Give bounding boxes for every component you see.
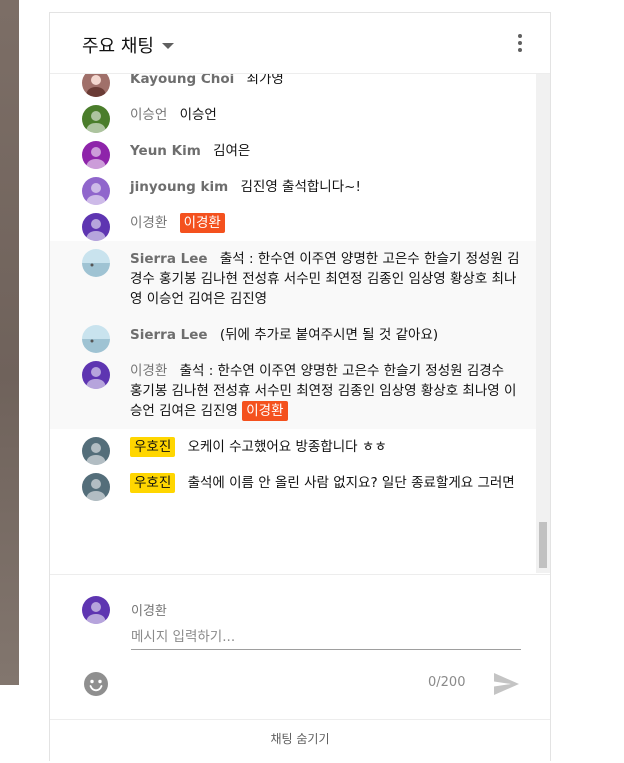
avatar[interactable]	[82, 141, 110, 169]
live-chat-panel: 주요 채팅 Kayoung Choi 최가영 이승언 이승언 Yeun Kim …	[49, 12, 551, 761]
message-text: 출석에 이름 안 올린 사람 없지요? 일단 종료할게요 그러면	[187, 475, 515, 491]
avatar[interactable]	[82, 213, 110, 241]
message-text: (뒤에 추가로 붙여주시면 될 것 같아요)	[219, 327, 439, 343]
chat-mode-dropdown[interactable]: 주요 채팅	[82, 32, 174, 58]
message-author[interactable]: Yeun Kim	[130, 143, 201, 159]
avatar[interactable]	[82, 361, 110, 389]
chat-message: 이승언 이승언	[50, 97, 536, 133]
scrollbar-track[interactable]	[536, 74, 550, 573]
message-author[interactable]: jinyoung kim	[130, 179, 228, 195]
chat-message: jinyoung kim 김진영 출석합니다~!	[50, 169, 536, 205]
chat-message: 이경환 출석 : 한수연 이주연 양명한 고은수 한슬기 정성원 김경수 홍기봉…	[50, 353, 536, 429]
chat-message: Kayoung Choi 최가영	[50, 74, 536, 97]
avatar[interactable]	[82, 105, 110, 133]
avatar[interactable]	[82, 177, 110, 205]
message-author[interactable]: Kayoung Choi	[130, 74, 234, 87]
chat-messages[interactable]: Kayoung Choi 최가영 이승언 이승언 Yeun Kim 김여은 ji…	[50, 74, 536, 573]
message-composer: 이경환 0/200	[50, 574, 550, 720]
scrollbar-thumb[interactable]	[539, 522, 547, 568]
chat-mode-title: 주요 채팅	[82, 36, 154, 57]
chat-message: 우호진 오케이 수고했어요 방종합니다 ㅎㅎ	[50, 429, 536, 465]
composer-user-name: 이경환	[131, 604, 167, 619]
message-text: 최가영	[246, 74, 284, 87]
chat-message: 우호진 출석에 이름 안 올린 사람 없지요? 일단 종료할게요 그러면	[50, 465, 536, 501]
message-text: 오케이 수고했어요 방종합니다 ㅎㅎ	[187, 439, 387, 455]
message-author[interactable]: 이승언	[130, 107, 167, 123]
moderator-badge[interactable]: 우호진	[130, 437, 176, 457]
avatar[interactable]	[82, 473, 110, 501]
more-vert-icon[interactable]	[516, 34, 524, 54]
avatar[interactable]	[82, 74, 110, 97]
chat-message: Yeun Kim 김여은	[50, 133, 536, 169]
avatar	[82, 596, 110, 624]
message-author[interactable]: Sierra Lee	[130, 251, 208, 267]
owner-badge[interactable]: 이경환	[179, 213, 225, 233]
message-author[interactable]: 이경환	[130, 215, 167, 231]
chat-message: 이경환 이경환	[50, 205, 536, 241]
chat-message: Sierra Lee 출석 : 한수연 이주연 양명한 고은수 한슬기 정성원 …	[50, 241, 536, 317]
message-text: 출석 : 한수연 이주연 양명한 고은수 한슬기 정성원 김경수 홍기봉 김나현…	[130, 363, 517, 419]
message-input[interactable]	[131, 625, 521, 650]
message-author[interactable]: 이경환	[130, 363, 167, 379]
caret-down-icon	[161, 43, 174, 49]
moderator-badge[interactable]: 우호진	[130, 473, 176, 493]
chat-header: 주요 채팅	[50, 13, 550, 74]
chat-message: Sierra Lee (뒤에 추가로 붙여주시면 될 것 같아요)	[50, 317, 536, 353]
avatar[interactable]	[82, 325, 110, 353]
message-author[interactable]: Sierra Lee	[130, 327, 208, 343]
hide-chat-button[interactable]: 채팅 숨기기	[50, 719, 550, 763]
avatar[interactable]	[82, 437, 110, 465]
message-text: 김여은	[213, 143, 251, 159]
message-text: 김진영 출석합니다~!	[240, 179, 361, 195]
avatar[interactable]	[82, 249, 110, 277]
emoji-icon[interactable]	[83, 671, 109, 697]
character-counter: 0/200	[428, 675, 466, 690]
video-player-edge	[0, 0, 19, 685]
owner-badge[interactable]: 이경환	[242, 401, 288, 421]
send-icon[interactable]	[492, 671, 520, 697]
message-text: 이승언	[179, 107, 217, 123]
